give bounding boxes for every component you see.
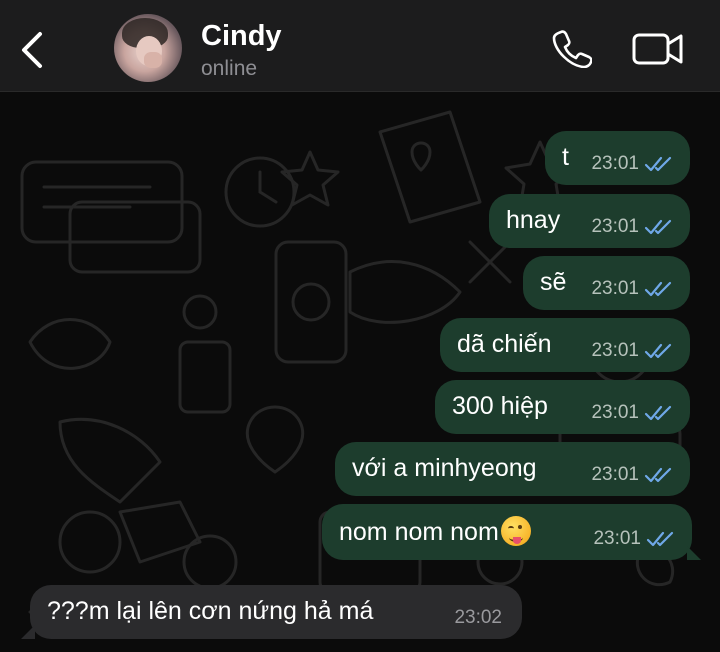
- read-ticks-icon: [644, 281, 672, 297]
- message-bubble-outgoing[interactable]: với a minhyeong 23:01: [335, 442, 690, 496]
- read-ticks-icon: [644, 156, 672, 172]
- video-call-button[interactable]: [632, 30, 684, 68]
- voice-call-button[interactable]: [552, 28, 593, 69]
- message-bubble-outgoing[interactable]: t 23:01: [545, 131, 690, 185]
- avatar[interactable]: [114, 14, 182, 82]
- chat-header: Cindy online: [0, 0, 720, 92]
- message-bubble-outgoing[interactable]: hnay 23:01: [489, 194, 690, 248]
- message-time: 23:01: [591, 402, 639, 423]
- read-ticks-icon: [644, 343, 672, 359]
- message-time: 23:01: [593, 528, 641, 549]
- message-bubble-incoming[interactable]: ???m lại lên cơn nứng hả má 23:02: [21, 585, 522, 639]
- message-text: dã chiến: [457, 330, 552, 358]
- message-text: với a minhyeong: [352, 454, 537, 482]
- video-camera-icon: [632, 33, 683, 65]
- message-text-wrapper: nom nom nom: [339, 516, 531, 547]
- message-time: 23:01: [591, 153, 639, 174]
- message-bubble-outgoing[interactable]: sẽ 23:01: [523, 256, 690, 310]
- phone-icon: [552, 30, 593, 69]
- message-time: 23:02: [454, 607, 502, 628]
- message-time: 23:01: [591, 216, 639, 237]
- message-text: sẽ: [540, 268, 567, 296]
- read-ticks-icon: [644, 219, 672, 235]
- message-text: ???m lại lên cơn nứng hả má: [47, 597, 374, 625]
- message-text: hnay: [506, 206, 561, 234]
- message-time: 23:01: [591, 278, 639, 299]
- message-bubble-outgoing[interactable]: dã chiến 23:01: [440, 318, 690, 372]
- message-time: 23:01: [591, 464, 639, 485]
- read-ticks-icon: [644, 405, 672, 421]
- back-button[interactable]: [14, 28, 50, 72]
- read-ticks-icon: [646, 531, 674, 547]
- message-text: 300 hiệp: [452, 392, 548, 420]
- message-text: t: [562, 143, 569, 171]
- bubble-tail: [687, 546, 701, 560]
- face-savoring-food-emoji: [500, 516, 531, 546]
- contact-name[interactable]: Cindy: [201, 20, 282, 53]
- read-ticks-icon: [644, 467, 672, 483]
- message-bubble-outgoing[interactable]: nom nom nom 23:01: [322, 504, 701, 560]
- back-chevron-icon: [22, 32, 42, 68]
- message-text: nom nom nom: [339, 518, 499, 546]
- contact-status: online: [201, 57, 258, 80]
- message-bubble-outgoing[interactable]: 300 hiệp 23:01: [435, 380, 690, 434]
- bubble-tail: [21, 625, 35, 639]
- message-time: 23:01: [591, 340, 639, 361]
